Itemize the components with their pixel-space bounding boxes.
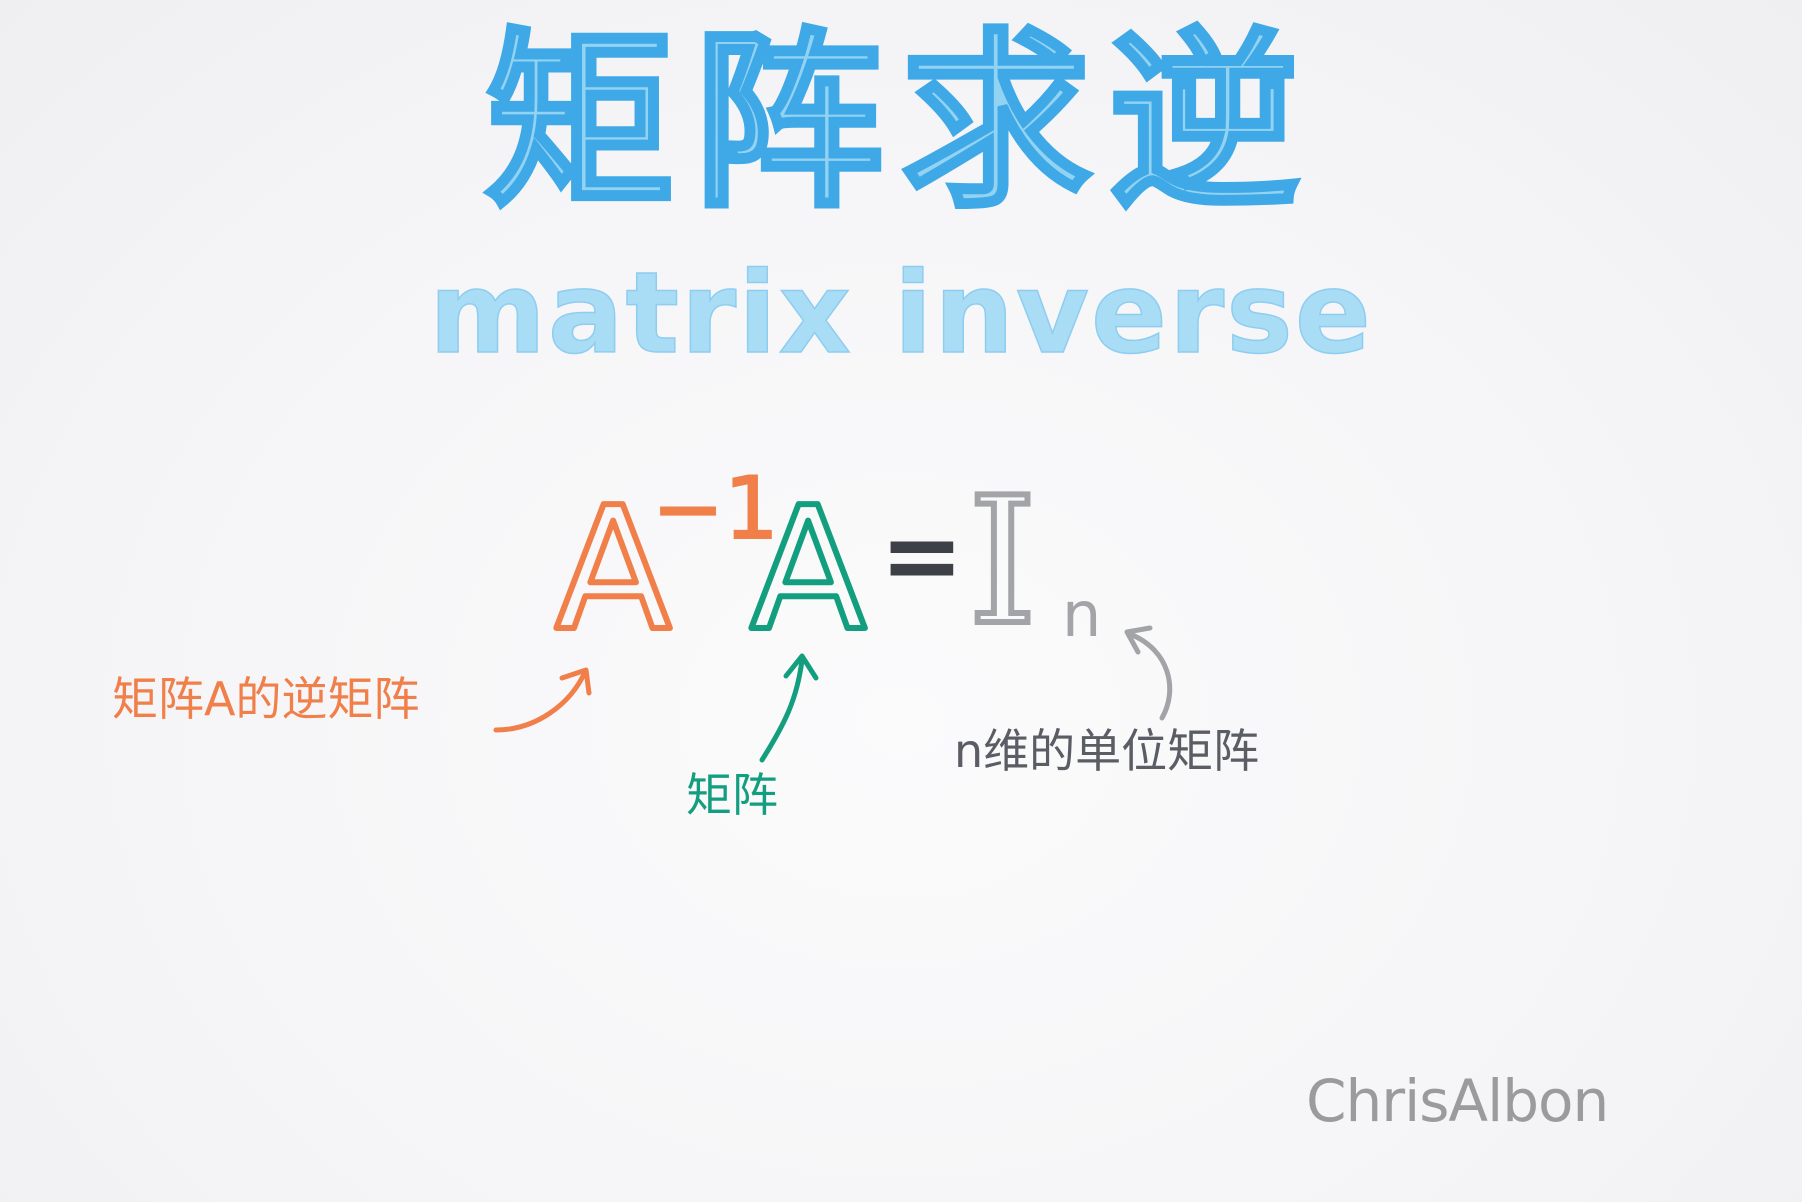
- matrix-arrow: [759, 653, 819, 763]
- identity-subscript: n: [1062, 578, 1101, 651]
- equation-svg: A −1 A = I n: [493, 458, 1173, 763]
- author-signature: ChrisAlbon: [1306, 1067, 1609, 1135]
- diagram-canvas: 矩阵求逆 matrix inverse A −1 A = I n 矩阵A的逆矩阵: [0, 0, 1802, 1202]
- inverse-arrow: [493, 667, 592, 733]
- identity-arrow: [1124, 625, 1173, 721]
- matrix-letter: A: [750, 471, 866, 669]
- identity-letter: I: [968, 461, 1037, 664]
- inverse-annotation: 矩阵A的逆矩阵: [112, 672, 420, 726]
- identity-annotation: n维的单位矩阵: [954, 724, 1260, 778]
- matrix-annotation: 矩阵: [686, 768, 778, 822]
- equals-sign: =: [880, 497, 964, 614]
